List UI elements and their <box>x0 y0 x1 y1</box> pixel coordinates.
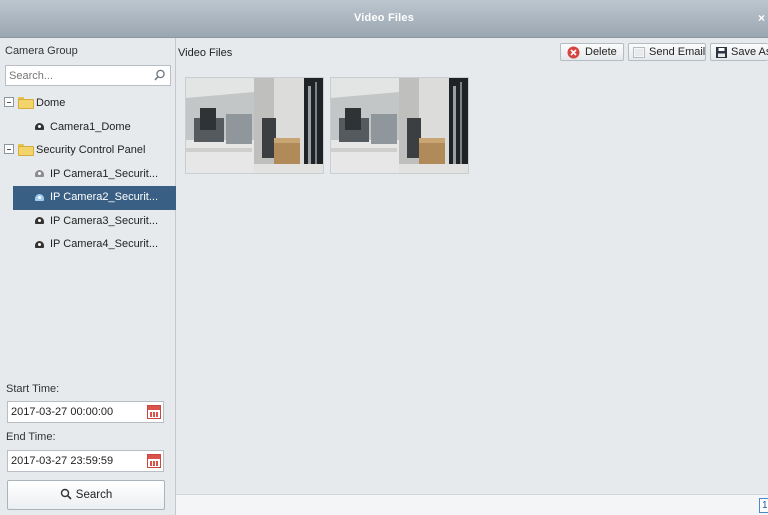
tree-item-ip-camera1[interactable]: IP Camera1_Securit... <box>0 163 176 187</box>
send-email-button-label: Send Email <box>649 46 706 58</box>
tree-node-label: IP Camera1_Securit... <box>50 167 159 180</box>
calendar-icon[interactable] <box>147 405 161 419</box>
tree-node-label: IP Camera2_Securit... <box>50 191 159 203</box>
video-frame-image <box>331 78 468 173</box>
camera-search-input[interactable] <box>6 66 146 85</box>
start-time-input[interactable] <box>8 402 138 422</box>
video-thumbnail-1[interactable] <box>185 77 324 174</box>
video-files-panel: Video Files Delete Send Email Save As <box>176 38 768 515</box>
delete-icon <box>567 46 580 59</box>
folder-icon <box>18 144 34 157</box>
tree-node-label: IP Camera4_Securit... <box>50 238 159 250</box>
video-frame-image <box>186 78 323 173</box>
tree-item-ip-camera4[interactable]: IP Camera4_Securit... <box>0 233 176 257</box>
window-title: Video Files <box>353 12 415 24</box>
camera-offline-icon <box>34 167 45 178</box>
camera-icon <box>34 238 45 249</box>
delete-button[interactable]: Delete <box>560 43 624 61</box>
tree-node-label: Security Control Panel <box>36 144 146 156</box>
camera-group-header: Camera Group <box>5 45 78 57</box>
search-button-label: Search <box>75 489 113 501</box>
end-time-input[interactable] <box>8 451 138 471</box>
search-icon[interactable] <box>152 68 167 83</box>
tree-item-ip-camera3[interactable]: IP Camera3_Securit... <box>0 210 176 234</box>
video-thumbnail-2[interactable] <box>330 77 469 174</box>
end-time-field[interactable] <box>7 450 164 472</box>
search-button[interactable]: Search <box>7 480 165 510</box>
collapse-icon[interactable] <box>4 144 14 155</box>
title-bar: Video Files × <box>0 0 768 38</box>
camera-icon <box>34 214 45 225</box>
tree-group-security-control-panel[interactable]: Security Control Panel <box>0 139 176 163</box>
save-icon <box>716 47 727 58</box>
camera-tree: Dome Camera1_Dome Security Control Panel… <box>0 92 176 257</box>
camera-icon <box>34 120 45 131</box>
camera-group-panel: Camera Group Dome Camera1_Dome Security … <box>0 38 176 515</box>
tree-node-label: Dome <box>36 97 66 109</box>
send-email-button[interactable]: Send Email <box>628 43 706 61</box>
camera-search-field[interactable] <box>5 65 171 86</box>
calendar-icon[interactable] <box>147 454 161 468</box>
start-time-label: Start Time: <box>6 383 60 395</box>
tree-item-ip-camera2[interactable]: IP Camera2_Securit... <box>13 186 176 210</box>
video-files-header: Video Files <box>178 47 233 59</box>
save-as-button-label: Save As <box>731 46 768 58</box>
folder-icon <box>18 97 34 110</box>
close-icon[interactable]: × <box>758 11 768 25</box>
pagination-bar: 1 <box>176 494 768 515</box>
end-time-label: End Time: <box>6 431 56 443</box>
tree-node-label: Camera1_Dome <box>50 120 131 133</box>
save-as-button[interactable]: Save As <box>710 43 768 61</box>
tree-node-label: IP Camera3_Securit... <box>50 214 159 227</box>
delete-button-label: Delete <box>585 46 617 58</box>
start-time-field[interactable] <box>7 401 164 423</box>
tree-group-dome[interactable]: Dome <box>0 92 176 116</box>
search-icon <box>60 488 72 500</box>
camera-icon <box>34 191 45 202</box>
email-icon <box>633 47 645 58</box>
tree-item-camera1-dome[interactable]: Camera1_Dome <box>0 116 176 140</box>
collapse-icon[interactable] <box>4 97 14 108</box>
page-number-button[interactable]: 1 <box>759 498 768 513</box>
video-files-toolbar: Video Files Delete Send Email Save As <box>176 38 768 64</box>
